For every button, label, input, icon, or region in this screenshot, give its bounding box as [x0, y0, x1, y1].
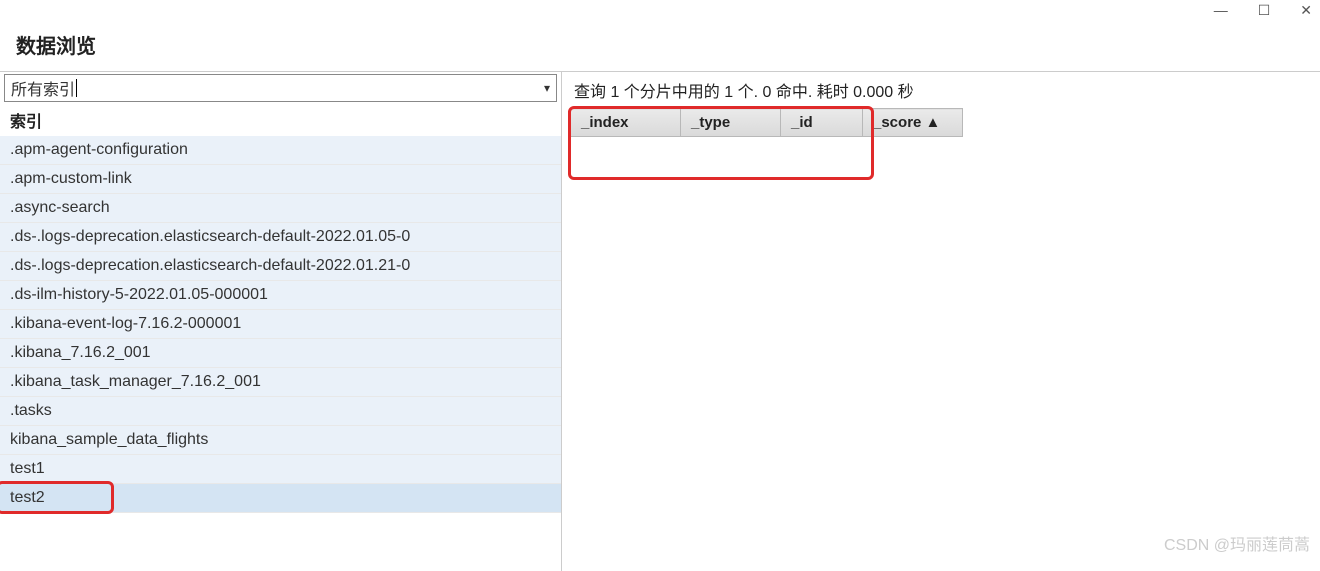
- column-header[interactable]: _type: [681, 109, 781, 137]
- maximize-button[interactable]: ☐: [1258, 3, 1271, 17]
- minimize-button[interactable]: —: [1214, 3, 1228, 17]
- index-item[interactable]: .ds-ilm-history-5-2022.01.05-000001: [0, 281, 561, 310]
- close-button[interactable]: ✕: [1300, 3, 1312, 17]
- watermark: CSDN @玛丽莲茼蒿: [1164, 531, 1310, 555]
- column-header[interactable]: _index: [571, 109, 681, 137]
- page-title: 数据浏览: [16, 30, 1304, 59]
- index-item[interactable]: .ds-.logs-deprecation.elasticsearch-defa…: [0, 252, 561, 281]
- index-item[interactable]: .tasks: [0, 397, 561, 426]
- index-item[interactable]: .apm-agent-configuration: [0, 136, 561, 165]
- index-item[interactable]: .kibana_task_manager_7.16.2_001: [0, 368, 561, 397]
- result-table: _index_type_id_score ▲: [570, 108, 963, 137]
- query-status: 查询 1 个分片中用的 1 个. 0 命中. 耗时 0.000 秒: [570, 78, 1312, 106]
- index-item[interactable]: test2: [0, 484, 561, 513]
- index-item[interactable]: test1: [0, 455, 561, 484]
- index-item[interactable]: .ds-.logs-deprecation.elasticsearch-defa…: [0, 223, 561, 252]
- column-header[interactable]: _score ▲: [863, 109, 963, 137]
- index-item[interactable]: .async-search: [0, 194, 561, 223]
- index-select[interactable]: 所有索引 ▾: [4, 74, 557, 102]
- result-table-wrap: _index_type_id_score ▲: [570, 106, 963, 137]
- index-item[interactable]: .apm-custom-link: [0, 165, 561, 194]
- index-list: .apm-agent-configuration.apm-custom-link…: [0, 136, 561, 513]
- index-item[interactable]: .kibana-event-log-7.16.2-000001: [0, 310, 561, 339]
- index-item[interactable]: kibana_sample_data_flights: [0, 426, 561, 455]
- sidebar: 所有索引 ▾ 索引 .apm-agent-configuration.apm-c…: [0, 72, 562, 571]
- column-header[interactable]: _id: [781, 109, 863, 137]
- sidebar-section-label: 索引: [0, 102, 561, 136]
- table-header-row: _index_type_id_score ▲: [571, 109, 963, 137]
- index-item[interactable]: .kibana_7.16.2_001: [0, 339, 561, 368]
- window-titlebar: — ☐ ✕: [0, 0, 1320, 20]
- content-area: 所有索引 ▾ 索引 .apm-agent-configuration.apm-c…: [0, 72, 1320, 571]
- index-select-value: 所有索引: [11, 76, 75, 100]
- main-panel: 查询 1 个分片中用的 1 个. 0 命中. 耗时 0.000 秒 _index…: [562, 72, 1320, 571]
- chevron-down-icon: ▾: [544, 81, 550, 95]
- page-header: 数据浏览: [0, 20, 1320, 72]
